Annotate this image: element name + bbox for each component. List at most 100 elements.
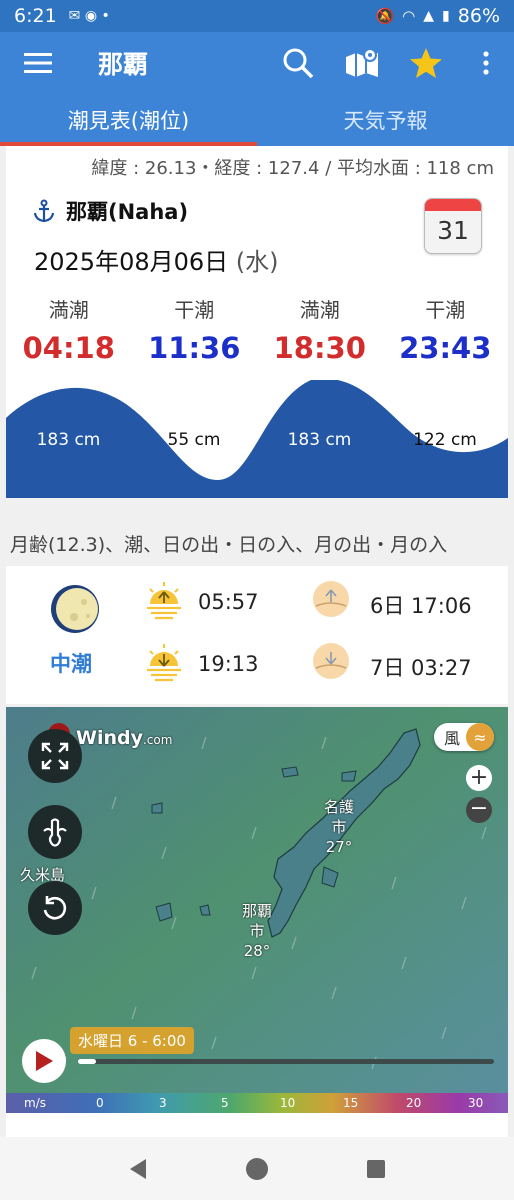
status-bar: 6:21 ✉ ◉ • 🔕 ◠ ▲ ▮ 86% xyxy=(0,0,514,32)
scale-tick: 15 xyxy=(343,1096,359,1110)
sunrise-time: 05:57 xyxy=(198,590,259,614)
windy-logo: Windy.com xyxy=(76,727,172,749)
timeline-progress xyxy=(78,1059,96,1064)
scale-tick: 20 xyxy=(406,1096,422,1110)
city-label-nago: 名護 市 27° xyxy=(324,797,354,857)
map-button[interactable] xyxy=(330,32,394,94)
city1-suffix: 市 xyxy=(331,818,347,836)
battery-percent: 86% xyxy=(457,5,500,27)
tide-column: 満潮 04:18 xyxy=(6,294,132,365)
astro-section-title: 月齢(12.3)、潮、日の出・日の入、月の出・月の入 xyxy=(10,534,448,556)
zoom-out-button[interactable]: − xyxy=(466,797,492,823)
tide-level: 55 cm xyxy=(167,430,221,450)
wind-layer-icon: ≈ xyxy=(466,723,494,751)
tab-weather[interactable]: 天気予報 xyxy=(257,94,514,146)
tab-tide-table[interactable]: 潮見表(潮位) xyxy=(0,94,257,146)
timeline-track[interactable] xyxy=(78,1059,494,1064)
date-label: 2025年08月06日 (水) xyxy=(34,242,279,277)
battery-icon: ▮ xyxy=(442,8,450,24)
tide-times: 満潮 04:18 干潮 11:36 満潮 18:30 干潮 23:43 xyxy=(6,294,508,365)
tide-kind: 満潮 xyxy=(299,298,340,322)
search-icon xyxy=(283,48,314,79)
play-button[interactable] xyxy=(22,1039,66,1083)
sunset-icon xyxy=(147,644,181,682)
app-bar: 那覇 xyxy=(0,32,514,94)
moon-phase-icon xyxy=(51,585,99,633)
map-icon xyxy=(346,48,378,77)
moonset-icon xyxy=(313,643,349,679)
tide-time: 04:18 xyxy=(22,331,115,365)
tide-level: 122 cm xyxy=(413,430,477,450)
tide-column: 満潮 18:30 xyxy=(257,294,383,365)
calendar-button[interactable]: 31 xyxy=(424,198,482,254)
city1-name: 名護 xyxy=(324,798,355,816)
scale-tick: 30 xyxy=(468,1096,484,1110)
tide-card: 緯度 : 26.13・経度 : 127.4 / 平均水面 : 118 cm 那覇… xyxy=(6,146,508,498)
tide-time: 18:30 xyxy=(273,331,366,365)
moonset-time: 7日 03:27 xyxy=(370,656,472,680)
moonrise-icon xyxy=(313,581,349,617)
fullscreen-button[interactable] xyxy=(28,729,82,783)
city-label-naha: 那覇 市 28° xyxy=(242,901,272,961)
scale-unit: m/s xyxy=(24,1096,46,1110)
location-name: 那覇(Naha) xyxy=(66,200,189,224)
coordinates: 緯度 : 26.13・経度 : 127.4 / 平均水面 : 118 cm xyxy=(91,158,494,179)
scale-tick: 10 xyxy=(280,1096,296,1110)
more-vert-icon xyxy=(483,51,489,75)
system-nav-bar xyxy=(0,1137,514,1200)
more-options-button[interactable] xyxy=(458,32,514,94)
home-icon[interactable] xyxy=(245,1157,269,1181)
back-icon[interactable] xyxy=(128,1158,148,1180)
scale-tick: 3 xyxy=(159,1096,167,1110)
status-time: 6:21 xyxy=(14,5,57,27)
tab-bar: 潮見表(潮位) 天気予報 xyxy=(0,94,514,146)
tide-kind: 干潮 xyxy=(425,298,466,322)
anchor-icon xyxy=(33,199,55,223)
calendar-day: 31 xyxy=(437,216,469,245)
tide-time: 11:36 xyxy=(148,331,241,365)
reset-view-button[interactable] xyxy=(28,881,82,935)
tide-level: 183 cm xyxy=(287,430,352,450)
tide-column: 干潮 11:36 xyxy=(132,294,258,365)
tide-kind: 満潮 xyxy=(48,298,89,322)
recents-icon[interactable] xyxy=(366,1159,386,1179)
notification-icon: ✉ ◉ • xyxy=(68,8,110,24)
sunrise-icon xyxy=(147,582,181,620)
calendar-icon xyxy=(425,199,481,211)
date-value: 2025年08月06日 xyxy=(34,248,229,276)
scale-tick: 0 xyxy=(96,1096,104,1110)
play-icon xyxy=(36,1051,53,1071)
city2-suffix: 市 xyxy=(249,922,265,940)
refresh-icon xyxy=(43,896,67,920)
hamburger-icon xyxy=(24,53,52,73)
menu-button[interactable] xyxy=(0,32,76,94)
favorite-button[interactable] xyxy=(394,32,458,94)
moonrise-time: 6日 17:06 xyxy=(370,594,472,618)
windy-brand: Windy xyxy=(76,727,143,749)
sunset-time: 19:13 xyxy=(198,652,259,676)
mute-icon: 🔕 xyxy=(375,7,395,25)
layer-label: 風 xyxy=(443,729,460,748)
wind-scale: m/s 0 3 5 10 15 20 30 xyxy=(6,1093,508,1113)
windy-map[interactable]: Windy.com 久米島 風 ≈ + − 名護 市 27° 那覇 市 28° … xyxy=(6,707,508,1113)
city2-temp: 28° xyxy=(243,942,271,960)
star-icon xyxy=(410,48,442,78)
zoom-in-button[interactable]: + xyxy=(466,765,492,791)
location-header: 那覇(Naha) xyxy=(32,196,188,226)
tide-column: 干潮 23:43 xyxy=(383,294,509,365)
tide-level: 183 cm xyxy=(36,430,101,450)
tide-name: 中潮 xyxy=(50,652,92,676)
timeline-label: 水曜日 6 - 6:00 xyxy=(70,1027,194,1054)
scale-tick: 5 xyxy=(221,1096,229,1110)
tide-time: 23:43 xyxy=(399,331,492,365)
temperature-layer-button[interactable] xyxy=(28,805,82,859)
expand-icon xyxy=(41,742,69,770)
thermometer-icon xyxy=(43,818,67,847)
search-button[interactable] xyxy=(266,32,330,94)
layer-selector[interactable]: 風 ≈ xyxy=(433,723,494,751)
weekday: (水) xyxy=(235,248,279,276)
page-title: 那覇 xyxy=(98,50,149,79)
signal-icon: ▲ xyxy=(423,8,435,24)
windy-brand-suffix: .com xyxy=(142,733,173,747)
astro-card: 中潮 05:57 19:13 6日 17:06 7日 03:27 xyxy=(6,566,508,704)
